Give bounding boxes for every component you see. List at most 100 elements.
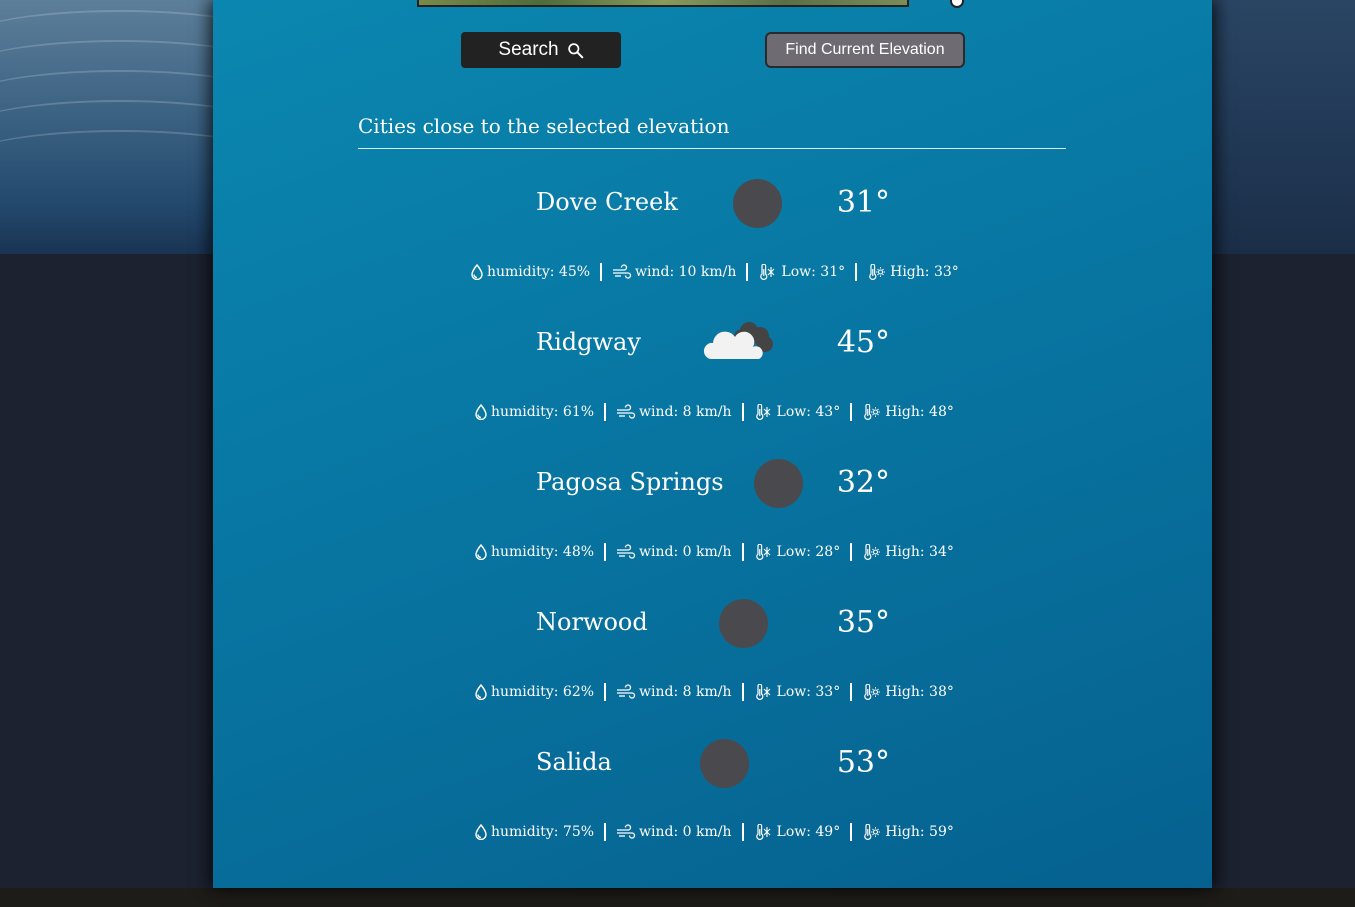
stat-low-value: Low: 49° (776, 824, 841, 840)
stat-wind: wind: 0 km/h (616, 824, 732, 840)
stat-high: High: 34° (862, 544, 954, 560)
wind-icon (616, 684, 636, 700)
wind-icon (616, 404, 636, 420)
city-name-ridgway: Ridgway (536, 328, 641, 356)
stat-wind-value: wind: 0 km/h (639, 544, 732, 560)
stat-wind-value: wind: 10 km/h (635, 264, 737, 280)
map-image-strip (417, 0, 909, 7)
city-temperature-norwood: 35° (836, 605, 890, 640)
background-image-left (0, 0, 213, 254)
elevation-slider-handle[interactable] (950, 0, 964, 8)
stat-low: Low: 31° (758, 264, 845, 280)
city-name-norwood: Norwood (536, 608, 648, 636)
wind-icon (616, 824, 636, 840)
stat-humidity: humidity: 61% (474, 404, 594, 420)
thermometer-hot-icon (867, 264, 887, 280)
thermometer-hot-icon (862, 544, 882, 560)
stat-wind: wind: 8 km/h (616, 684, 732, 700)
stat-high: High: 38° (862, 684, 954, 700)
stat-divider (604, 403, 607, 421)
stat-divider (741, 543, 744, 561)
wind-icon (612, 264, 632, 280)
stat-divider (746, 263, 749, 281)
stat-high-value: High: 48° (885, 404, 954, 420)
city-name-dove-creek: Dove Creek (536, 188, 678, 216)
thermometer-cold-icon (754, 544, 774, 560)
search-button-label: Search (498, 39, 559, 60)
city-stats-pagosa-springs: humidity: 48% wind: 0 km/h Low: 28° High: 3… (474, 541, 954, 563)
stat-divider (850, 403, 853, 421)
weather-icon (700, 739, 749, 788)
city-stats-salida: humidity: 75% wind: 0 km/h Low: 49° High: 5… (474, 821, 954, 843)
stat-low-value: Low: 33° (776, 684, 841, 700)
stat-high-value: High: 34° (885, 544, 954, 560)
stat-low: Low: 43° (754, 404, 841, 420)
humidity-drop-icon (474, 824, 488, 840)
thermometer-cold-icon (758, 264, 778, 280)
stat-divider (741, 823, 744, 841)
stat-divider (741, 403, 744, 421)
city-temperature-pagosa-springs: 32° (836, 465, 890, 500)
stat-divider (850, 823, 853, 841)
city-stats-ridgway: humidity: 61% wind: 8 km/h Low: 43° High: 4… (474, 401, 954, 423)
stat-low: Low: 28° (754, 544, 840, 560)
stat-high-value: High: 33° (890, 264, 959, 280)
stat-wind: wind: 10 km/h (612, 264, 736, 280)
city-stats-dove-creek: humidity: 45% wind: 10 km/h Low: 31° High: … (470, 261, 959, 283)
stat-wind: wind: 0 km/h (616, 544, 732, 560)
stat-wind: wind: 8 km/h (616, 404, 732, 420)
stat-humidity-value: humidity: 61% (491, 404, 595, 420)
city-stats-norwood: humidity: 62% wind: 8 km/h Low: 33° High: 3… (474, 681, 954, 703)
stat-low: Low: 49° (754, 824, 841, 840)
page-footer-bar (0, 888, 1355, 907)
main-panel: Search Find Current Elevation Cities clo… (213, 0, 1212, 888)
city-temperature-salida: 53° (836, 745, 890, 780)
thermometer-hot-icon (862, 404, 882, 420)
city-name-pagosa-springs: Pagosa Springs (536, 468, 724, 496)
humidity-drop-icon (470, 264, 484, 280)
stat-humidity-value: humidity: 48% (491, 544, 595, 560)
stat-divider (850, 543, 853, 561)
city-temperature-dove-creek: 31° (836, 185, 890, 220)
city-temperature-ridgway: 45° (836, 325, 890, 360)
stat-humidity-value: humidity: 62% (491, 684, 595, 700)
stat-divider (855, 263, 858, 281)
stat-low-value: Low: 31° (781, 264, 846, 280)
stat-divider (604, 683, 607, 701)
stat-wind-value: wind: 8 km/h (639, 684, 732, 700)
find-current-elevation-label: Find Current Elevation (785, 41, 945, 58)
thermometer-cold-icon (754, 824, 774, 840)
background-image-right (1212, 0, 1355, 254)
search-icon (567, 42, 583, 58)
section-title: Cities close to the selected elevation (358, 114, 1066, 149)
thermometer-cold-icon (754, 684, 774, 700)
humidity-drop-icon (474, 404, 488, 420)
weather-icon (719, 599, 768, 648)
stat-low: Low: 33° (754, 684, 841, 700)
stat-divider (741, 683, 744, 701)
stat-humidity-value: humidity: 75% (491, 824, 595, 840)
stat-high-value: High: 38° (885, 684, 954, 700)
stat-divider (850, 683, 853, 701)
stat-high: High: 59° (862, 824, 954, 840)
stat-high: High: 48° (862, 404, 954, 420)
thermometer-hot-icon (862, 824, 882, 840)
city-name-salida: Salida (536, 748, 612, 776)
thermometer-hot-icon (862, 684, 882, 700)
stat-humidity: humidity: 45% (470, 264, 590, 280)
stat-divider (600, 263, 603, 281)
cloud-icon (703, 317, 775, 367)
stat-humidity: humidity: 75% (474, 824, 594, 840)
humidity-drop-icon (474, 684, 488, 700)
stat-divider (604, 543, 607, 561)
find-current-elevation-button[interactable]: Find Current Elevation (765, 32, 965, 68)
stat-low-value: Low: 43° (776, 404, 841, 420)
stat-divider (604, 823, 607, 841)
stat-high-value: High: 59° (885, 824, 954, 840)
thermometer-cold-icon (754, 404, 774, 420)
stat-wind-value: wind: 8 km/h (639, 404, 732, 420)
stat-humidity-value: humidity: 45% (487, 264, 591, 280)
humidity-drop-icon (474, 544, 488, 560)
search-button[interactable]: Search (461, 32, 621, 68)
stat-humidity: humidity: 48% (474, 544, 594, 560)
